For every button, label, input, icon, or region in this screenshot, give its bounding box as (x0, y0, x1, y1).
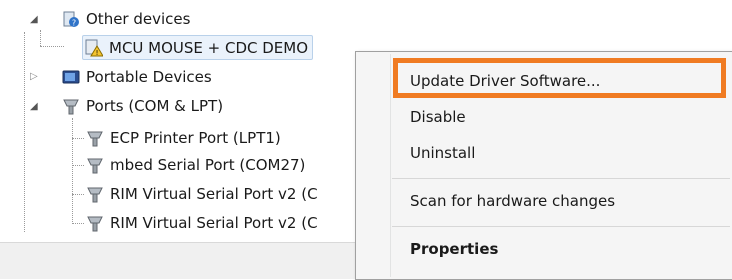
tree-item-label: MCU MOUSE + CDC DEMO (109, 38, 309, 57)
tree-item-label: mbed Serial Port (COM27) (110, 156, 306, 174)
menu-separator (392, 226, 730, 227)
tree-item-other-devices[interactable]: ? Other devices (62, 6, 190, 32)
unknown-device-icon: ? (62, 10, 80, 28)
svg-text:!: ! (96, 49, 99, 57)
tree-line (72, 165, 84, 166)
menu-separator (392, 178, 730, 179)
tree-item-ports[interactable]: Ports (COM & LPT) (62, 93, 223, 119)
tree-item-mcu-device[interactable]: ! MCU MOUSE + CDC DEMO (82, 35, 314, 60)
tree-line (72, 138, 84, 139)
tree-item-label: Ports (COM & LPT) (86, 97, 224, 115)
port-connector-icon (86, 185, 104, 203)
menu-gutter (390, 54, 391, 277)
warning-device-icon: ! (85, 39, 103, 57)
menu-item-scan-hardware[interactable]: Scan for hardware changes (410, 192, 615, 210)
port-connector-icon (86, 129, 104, 147)
tree-item-label: RIM Virtual Serial Port v2 (C (110, 214, 318, 232)
tree-line (72, 194, 84, 195)
expand-arrow-icon[interactable]: ▷ (30, 72, 38, 82)
port-connector-icon (86, 156, 104, 174)
tree-item-mbed-port[interactable]: mbed Serial Port (COM27) (86, 152, 305, 178)
tree-item-ecp-port[interactable]: ECP Printer Port (LPT1) (86, 125, 281, 151)
menu-item-uninstall[interactable]: Uninstall (410, 144, 475, 162)
svg-text:?: ? (72, 19, 76, 28)
tree-item-rim-port[interactable]: RIM Virtual Serial Port v2 (C (86, 181, 318, 207)
tree-item-label: Other devices (86, 10, 191, 28)
tree-line (40, 30, 41, 46)
tree-line (24, 32, 25, 232)
tree-item-portable-devices[interactable]: Portable Devices (62, 64, 212, 90)
portable-device-icon (62, 68, 80, 86)
menu-item-disable[interactable]: Disable (410, 108, 466, 126)
menu-item-properties[interactable]: Properties (410, 240, 498, 258)
tree-line (40, 46, 64, 47)
tree-line (72, 223, 84, 224)
highlight-box (393, 58, 726, 98)
tree-item-label: Portable Devices (86, 68, 212, 86)
collapse-arrow-icon[interactable]: ◢ (30, 15, 38, 25)
tree-item-label: ECP Printer Port (LPT1) (110, 129, 281, 147)
collapse-arrow-icon[interactable]: ◢ (30, 102, 38, 112)
tree-line (72, 118, 73, 224)
tree-item-label: RIM Virtual Serial Port v2 (C (110, 185, 318, 203)
port-connector-icon (62, 97, 80, 115)
port-connector-icon (86, 214, 104, 232)
tree-item-rim-port[interactable]: RIM Virtual Serial Port v2 (C (86, 210, 318, 236)
